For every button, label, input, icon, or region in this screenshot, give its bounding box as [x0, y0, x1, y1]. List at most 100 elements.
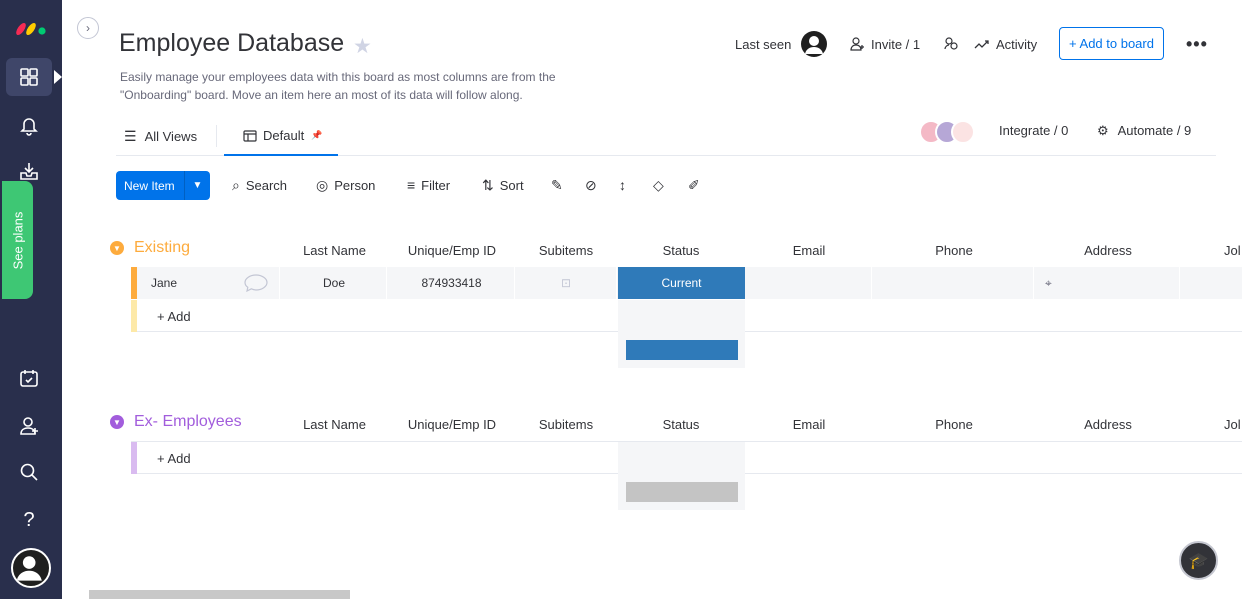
status-cell[interactable]: Current	[618, 267, 745, 299]
filter-button[interactable]: ≡ Filter	[407, 177, 450, 193]
pin-icon[interactable]: 📌	[311, 130, 322, 141]
status-column-shade	[618, 300, 745, 332]
column-header-subitems[interactable]: Subitems	[518, 417, 614, 432]
page-title[interactable]: Employee Database	[119, 29, 344, 58]
avatar[interactable]	[11, 548, 51, 588]
add-to-board-button[interactable]: + Add to board	[1059, 27, 1164, 60]
paint-bucket-icon[interactable]: ◇	[653, 177, 664, 194]
subitems-cell[interactable]: ⊡	[516, 267, 617, 299]
email-cell[interactable]	[747, 267, 872, 299]
chevron-down-icon[interactable]: ▼	[110, 415, 124, 429]
group-title-ex-employees[interactable]: ▼ Ex- Employees	[110, 413, 242, 431]
last-name-value: Doe	[322, 276, 345, 290]
column-header-email[interactable]: Email	[746, 243, 872, 258]
integration-logos[interactable]	[919, 119, 975, 145]
phone-cell[interactable]	[873, 267, 1034, 299]
address-cell[interactable]: ⌖	[1035, 267, 1180, 299]
group-color-bar	[131, 442, 137, 474]
group-title-existing[interactable]: ▼ Existing	[110, 239, 190, 257]
more-options-icon[interactable]: •••	[1186, 34, 1208, 55]
emp-id-cell[interactable]: 874933418	[389, 267, 515, 299]
column-header-address[interactable]: Address	[1036, 417, 1180, 432]
invite-button[interactable]: Invite / 1	[849, 28, 920, 60]
learn-graduation-cap-icon[interactable]: 🎓	[1179, 541, 1218, 580]
column-header-status[interactable]: Status	[618, 243, 744, 258]
help-glyph: ?	[23, 508, 35, 531]
add-item-label: + Add	[157, 309, 191, 324]
status-summary-bar[interactable]	[626, 340, 738, 360]
hamburger-icon: ☰	[124, 127, 137, 144]
item-first-name: Jane	[151, 276, 178, 290]
last-seen[interactable]: Last seen	[735, 28, 828, 60]
last-seen-avatar	[801, 31, 828, 57]
chevron-down-icon[interactable]: ▼	[110, 241, 124, 255]
tab-default[interactable]: Default 📌	[224, 117, 338, 156]
column-header-last-name[interactable]: Last Name	[291, 417, 378, 432]
chevron-down-icon[interactable]: ▼	[184, 171, 210, 200]
column-header-email[interactable]: Email	[746, 417, 872, 432]
column-header-emp-id[interactable]: Unique/Emp ID	[392, 243, 512, 258]
search-icon[interactable]	[6, 453, 52, 491]
location-pin-icon: ⌖	[1045, 275, 1052, 290]
pin-columns-icon[interactable]: ✎	[551, 177, 563, 194]
gmail-logo-icon	[951, 120, 975, 144]
star-icon[interactable]: ★	[353, 34, 372, 59]
collapse-sidebar-button[interactable]: ›	[77, 17, 99, 39]
status-summary-bar[interactable]	[626, 482, 738, 502]
monday-logo-icon[interactable]	[15, 14, 49, 36]
horizontal-scrollbar[interactable]	[89, 590, 350, 599]
column-header-phone[interactable]: Phone	[874, 417, 1034, 432]
last-name-cell[interactable]: Doe	[282, 267, 387, 299]
column-header-subitems[interactable]: Subitems	[518, 243, 614, 258]
table-row[interactable]: Jane Doe 874933418 ⊡ Current ⌖	[131, 267, 1242, 299]
person-filter-button[interactable]: ◎ Person	[316, 177, 375, 194]
status-label: Current	[661, 276, 702, 290]
add-item-label: + Add	[157, 451, 191, 466]
column-header-job[interactable]: Jol	[1224, 243, 1242, 258]
integrate-button[interactable]: Integrate / 0	[999, 123, 1068, 138]
sort-button[interactable]: ⇅ Sort	[482, 177, 524, 194]
sort-label: Sort	[499, 178, 524, 193]
search-button[interactable]: ⌕ Search	[232, 177, 287, 194]
column-header-job[interactable]: Jol	[1224, 417, 1242, 432]
sort-icon: ⇅	[482, 177, 494, 193]
person-label: Person	[334, 178, 376, 193]
bell-icon[interactable]	[6, 106, 52, 144]
workspace-grid-icon[interactable]	[6, 58, 62, 96]
automate-button[interactable]: ⚙ Automate / 9	[1097, 123, 1191, 139]
add-person-icon[interactable]	[6, 407, 52, 445]
edit-pen-icon[interactable]: ✐	[688, 177, 700, 194]
tab-all-views[interactable]: ☰ All Views	[124, 117, 197, 155]
status-column-shade	[618, 442, 745, 474]
column-header-emp-id[interactable]: Unique/Emp ID	[392, 417, 512, 432]
filter-label: Filter	[421, 177, 451, 193]
status-summary-cell	[618, 332, 745, 368]
hide-eye-icon[interactable]: ⊘	[585, 177, 597, 194]
people-settings-icon[interactable]	[942, 28, 960, 60]
invite-label: Invite / 1	[871, 36, 921, 52]
column-header-status[interactable]: Status	[618, 417, 744, 432]
left-nav-rail: See plans ?	[0, 0, 62, 599]
new-item-label: New Item	[124, 178, 175, 193]
see-plans-button[interactable]: See plans	[2, 181, 33, 299]
column-header-phone[interactable]: Phone	[874, 243, 1034, 258]
help-icon[interactable]: ?	[6, 501, 52, 539]
emp-id-value: 874933418	[421, 276, 482, 290]
person-add-icon	[850, 37, 864, 51]
row-height-icon[interactable]: ↕	[619, 177, 626, 193]
activity-button[interactable]: Activity	[974, 28, 1037, 60]
filter-icon: ≡	[407, 177, 416, 193]
calendar-check-icon[interactable]	[6, 359, 52, 397]
new-item-button[interactable]: New Item ▼	[116, 171, 210, 200]
column-header-last-name[interactable]: Last Name	[291, 243, 378, 258]
tab-all-views-label: All Views	[144, 128, 198, 144]
column-header-address[interactable]: Address	[1036, 243, 1180, 258]
table-icon	[243, 129, 257, 142]
board-description[interactable]: Easily manage your employees data with t…	[120, 68, 610, 104]
add-item-row[interactable]: + Add	[131, 442, 1242, 474]
group-color-bar	[131, 300, 137, 332]
automate-label: Automate / 9	[1117, 123, 1192, 138]
status-summary-cell	[618, 474, 745, 510]
comment-bubble-icon[interactable]	[244, 274, 268, 292]
add-item-row[interactable]: + Add	[131, 300, 1242, 332]
